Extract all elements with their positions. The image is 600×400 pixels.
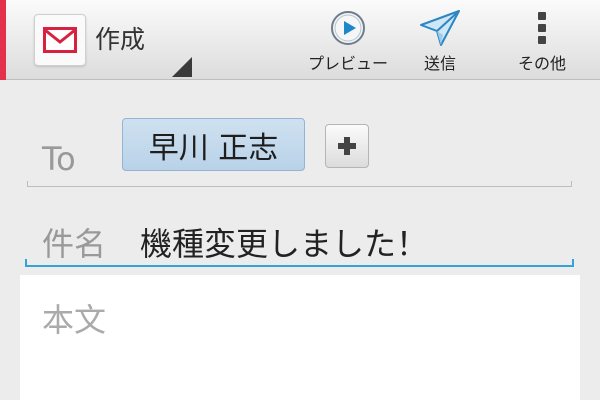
accent-strip [0, 0, 6, 80]
preview-label: プレビュー [308, 54, 389, 73]
subject-label: 件名 [42, 225, 107, 263]
mail-envelope-icon[interactable] [34, 14, 86, 66]
overflow-menu-icon [538, 12, 546, 44]
to-label: To [42, 140, 76, 178]
body-field[interactable]: 本文 [20, 275, 580, 400]
screen-title: 作成 [95, 25, 146, 54]
play-circle-icon [331, 11, 365, 45]
subject-input[interactable]: 機種変更しました！ [140, 219, 428, 265]
overflow-menu-button[interactable]: その他 [502, 8, 582, 76]
paper-plane-icon [420, 10, 460, 46]
overflow-label: その他 [517, 54, 566, 73]
preview-button[interactable]: プレビュー [308, 8, 388, 76]
add-recipient-button[interactable] [325, 124, 369, 168]
body-placeholder: 本文 [42, 301, 107, 339]
recipient-chip[interactable]: 早川 正志 [122, 118, 305, 171]
plus-icon [338, 137, 356, 155]
action-bar: 作成 プレビュー 送信 その他 [0, 0, 600, 80]
spinner-indicator-icon [172, 57, 192, 77]
to-divider [27, 181, 572, 187]
subject-focus-underline [25, 259, 574, 267]
send-button[interactable]: 送信 [400, 8, 480, 76]
send-label: 送信 [423, 54, 456, 73]
